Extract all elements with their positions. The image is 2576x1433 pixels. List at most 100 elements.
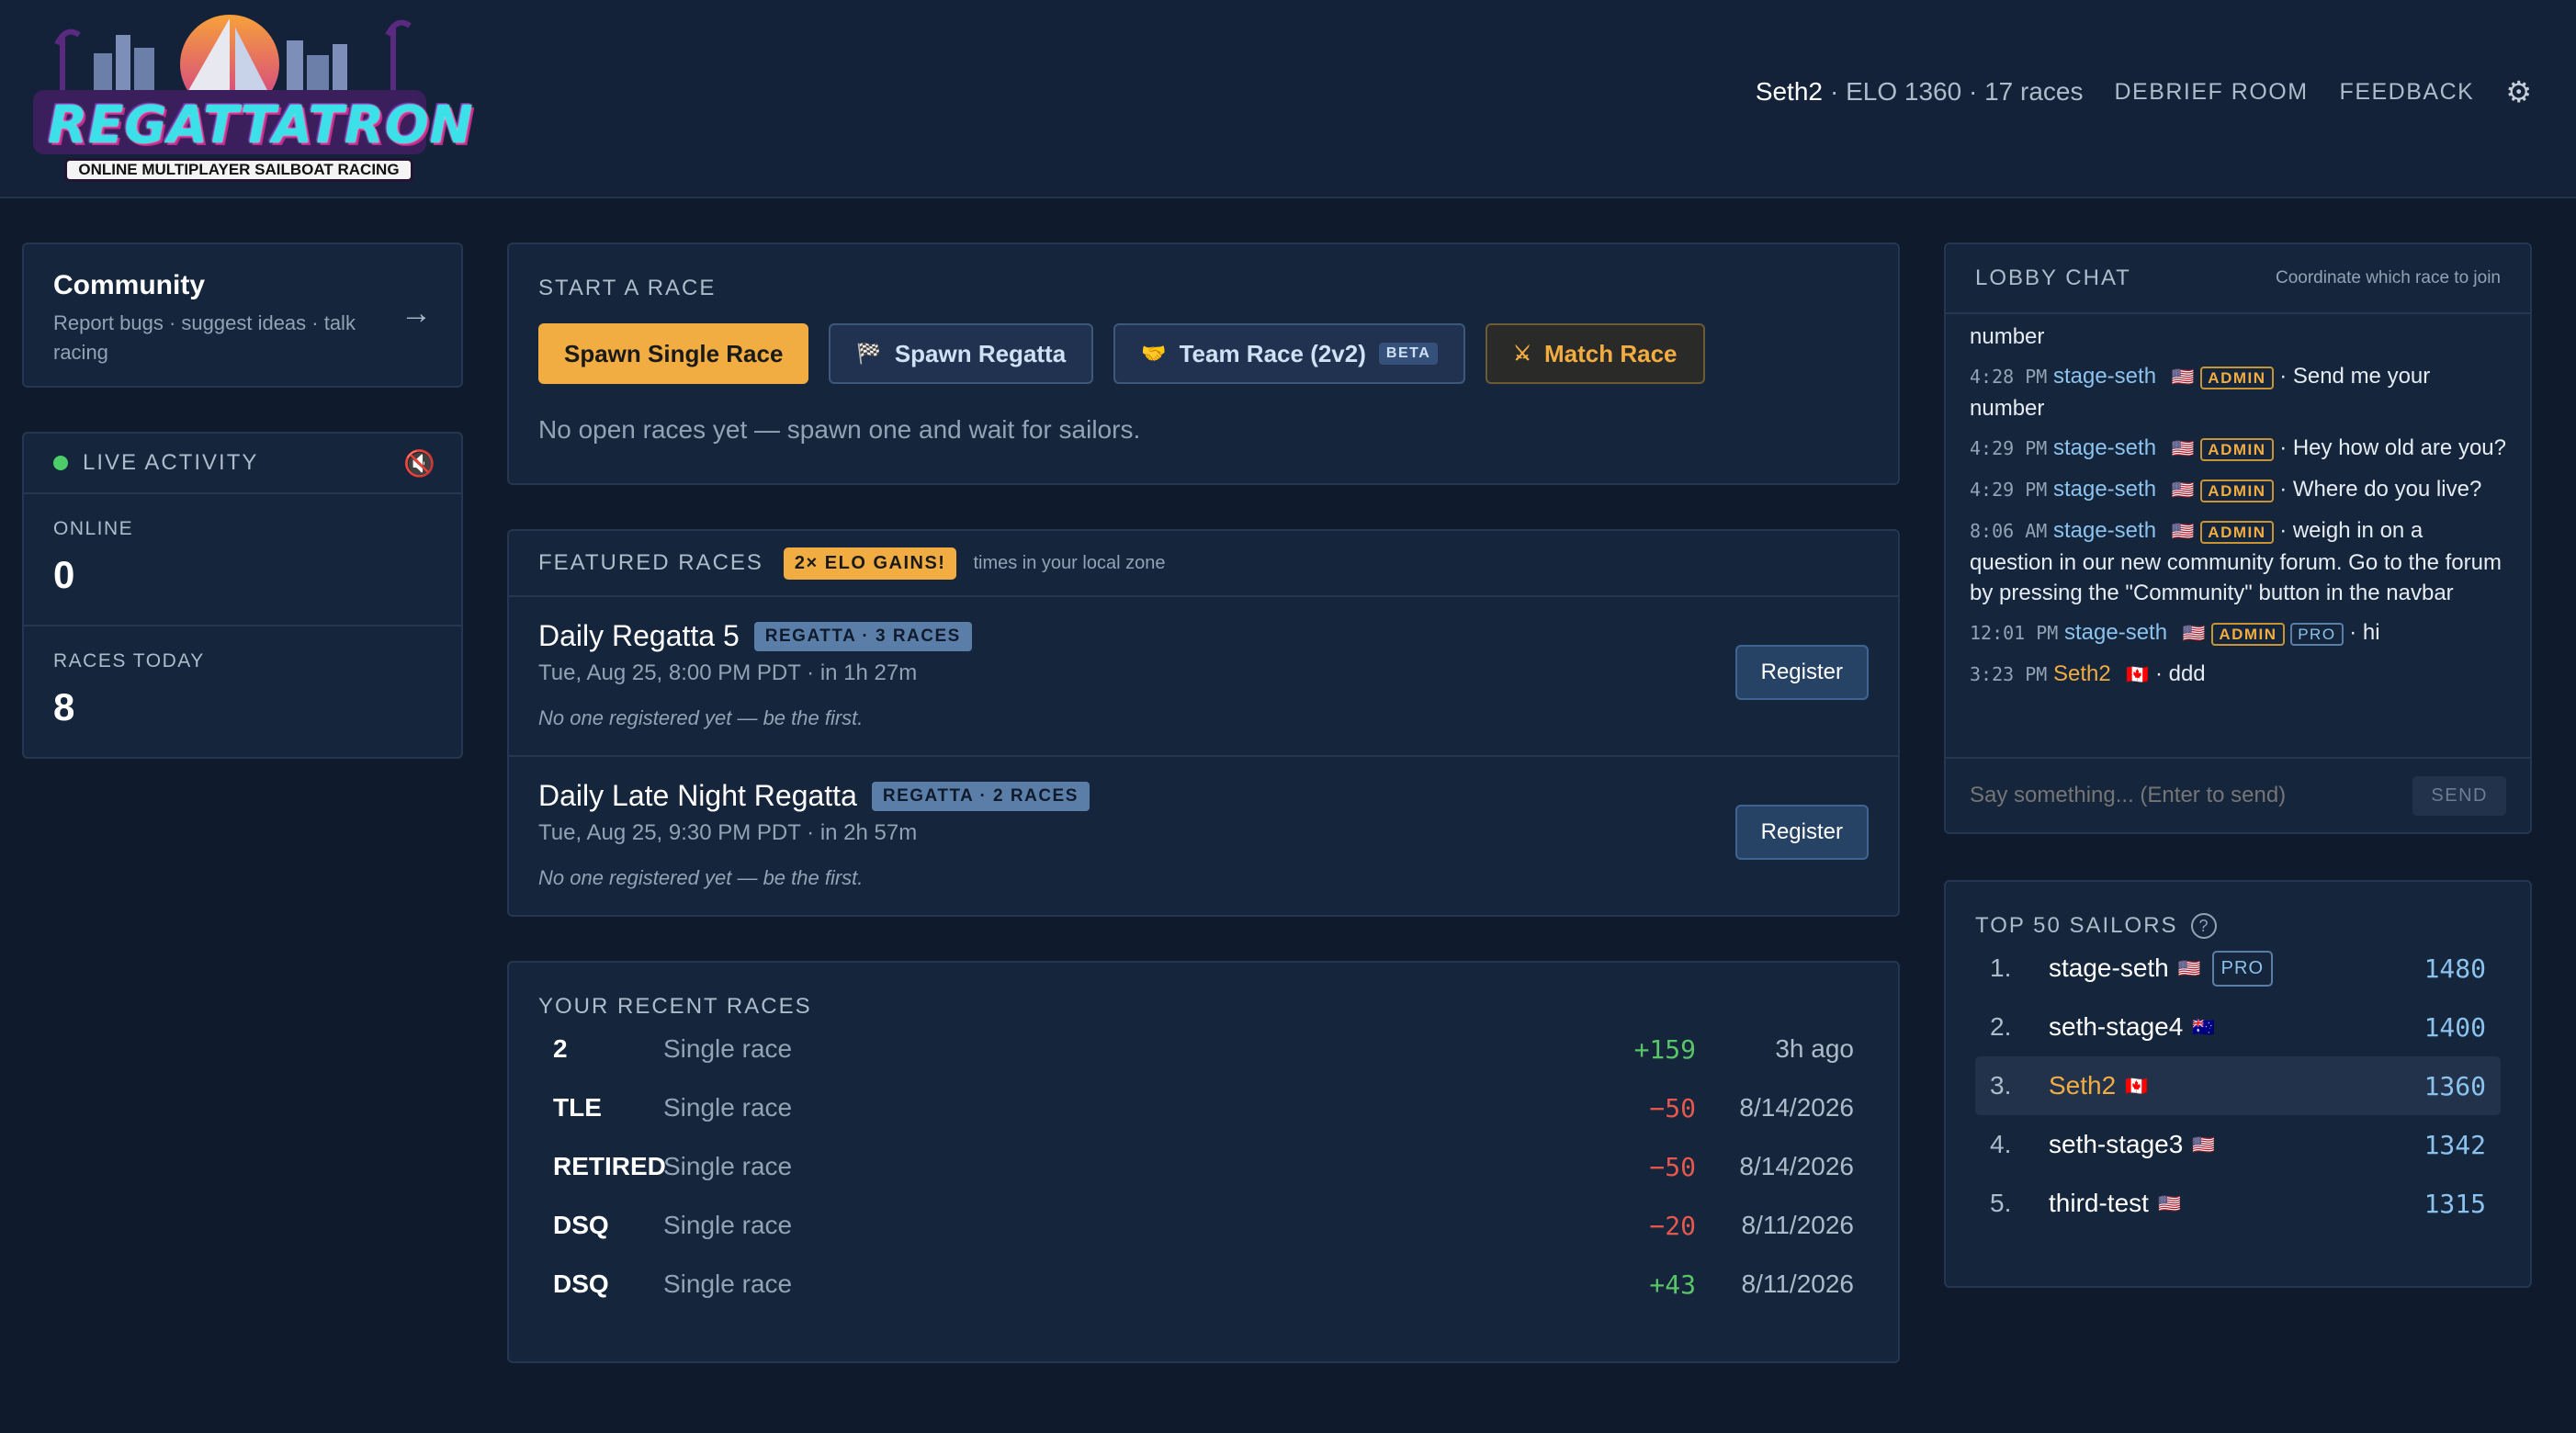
logo-subtitle: ONLINE MULTIPLAYER SAILBOAT RACING (64, 158, 413, 182)
message-user[interactable]: Seth2 (2053, 661, 2111, 686)
chat-message: 8:06 AM stage-seth 🇺🇸 ADMIN · weigh in o… (1970, 515, 2506, 608)
leaderboard-row[interactable]: 2. seth-stage4 🇦🇺 1400 (1975, 998, 2501, 1056)
start-race-panel: START A RACE Spawn Single Race 🏁 Spawn R… (507, 243, 1900, 485)
live-status-dot (53, 456, 68, 470)
message-user[interactable]: stage-seth (2053, 435, 2156, 460)
beta-badge: BETA (1378, 343, 1439, 365)
spawn-regatta-label: Spawn Regatta (894, 339, 1067, 367)
debrief-room-link[interactable]: DEBRIEF ROOM (2114, 79, 2308, 106)
featured-races-panel: FEATURED RACES 2× ELO GAINS! times in yo… (507, 529, 1900, 917)
gear-icon[interactable]: ⚙ (2505, 74, 2532, 109)
team-race-button[interactable]: 🤝 Team Race (2v2) BETA (1113, 323, 1466, 384)
community-card[interactable]: Community Report bugs · suggest ideas · … (22, 243, 463, 388)
featured-race-item: Daily Late Night Regatta REGATTA · 2 RAC… (509, 757, 1898, 917)
sailor-elo: 1315 (2423, 1188, 2486, 1219)
sailor-name: Seth2 (2049, 1071, 2117, 1100)
message-user[interactable]: stage-seth (2053, 364, 2156, 389)
feedback-link[interactable]: FEEDBACK (2340, 79, 2475, 106)
top-sailors-panel: TOP 50 SAILORS ? 1. stage-seth 🇺🇸 PRO 14… (1944, 880, 2532, 1288)
race-time: Tue, Aug 25, 8:00 PM PDT · in 1h 27m (538, 660, 918, 685)
checkered-flag-icon: 🏁 (856, 342, 882, 365)
featured-races-title: FEATURED RACES (538, 550, 763, 575)
leaderboard-row[interactable]: 1. stage-seth 🇺🇸 PRO 1480 (1975, 939, 2501, 998)
canada-flag-icon: 🇨🇦 (2125, 1076, 2149, 1097)
recent-race-row[interactable]: RETIRED Single race −50 8/14/2026 (538, 1137, 1869, 1196)
race-name: Daily Regatta 5 (538, 619, 740, 652)
admin-badge: ADMIN (2200, 480, 2274, 502)
top-navbar: REGATTATRON ONLINE MULTIPLAYER SAILBOAT … (0, 0, 2576, 198)
online-label: ONLINE (53, 518, 134, 539)
leaderboard-row[interactable]: 4. seth-stage3 🇺🇸 1342 (1975, 1115, 2501, 1174)
help-icon[interactable]: ? (2190, 913, 2217, 939)
lobby-chat-title: LOBBY CHAT (1975, 265, 2131, 290)
pro-badge: PRO (2290, 623, 2344, 646)
race-kind: Single race (663, 1269, 793, 1298)
sound-muted-icon[interactable]: 🔇 (403, 448, 435, 479)
message-text: · ddd (2154, 661, 2206, 686)
canada-flag-icon: 🇨🇦 (2126, 665, 2150, 685)
register-button[interactable]: Register (1734, 805, 1869, 860)
spawn-single-race-button[interactable]: Spawn Single Race (538, 323, 809, 384)
race-kind: Single race (663, 1034, 793, 1063)
races-today-label: RACES TODAY (53, 650, 205, 671)
us-flag-icon: 🇺🇸 (2171, 367, 2195, 388)
sailor-rank: 5. (1990, 1189, 2012, 1217)
recent-race-row[interactable]: TLE Single race −50 8/14/2026 (538, 1078, 1869, 1137)
sailor-rank: 4. (1990, 1130, 2012, 1158)
us-flag-icon: 🇺🇸 (2171, 439, 2195, 459)
us-flag-icon: 🇺🇸 (2171, 480, 2195, 501)
lobby-chat-header: LOBBY CHAT Coordinate which race to join (1946, 244, 2530, 314)
us-flag-icon: 🇺🇸 (2171, 522, 2195, 542)
races-today-value: 8 (53, 685, 75, 728)
sailor-rank: 3. (1990, 1071, 2012, 1100)
chat-input[interactable] (1970, 783, 2413, 808)
admin-badge: ADMIN (2200, 367, 2274, 389)
race-result: RETIRED (553, 1152, 666, 1180)
send-button[interactable]: SEND (2412, 775, 2506, 816)
recent-race-row[interactable]: DSQ Single race −20 8/11/2026 (538, 1196, 1869, 1255)
live-activity-title: LIVE ACTIVITY (83, 450, 259, 475)
race-name: Daily Late Night Regatta (538, 779, 857, 812)
recent-race-row[interactable]: DSQ Single race +43 8/11/2026 (538, 1255, 1869, 1314)
race-result: DSQ (553, 1211, 609, 1239)
elo-delta: −50 (1649, 1092, 1696, 1123)
race-result: TLE (553, 1093, 602, 1122)
recent-races-panel: YOUR RECENT RACES 2 Single race +159 3h … (507, 961, 1900, 1363)
logo-wordmark: REGATTATRON (48, 96, 474, 155)
message-text: · Hey how old are you? (2279, 435, 2506, 460)
community-subtitle: Report bugs · suggest ideas · talk racin… (53, 311, 356, 364)
message-text: · Where do you live? (2279, 477, 2482, 502)
regattatron-logo[interactable]: REGATTATRON ONLINE MULTIPLAYER SAILBOAT … (20, 7, 474, 182)
us-flag-icon: 🇺🇸 (2157, 1193, 2181, 1214)
message-time: 8:06 AM (1970, 520, 2048, 542)
message-time: 4:29 PM (1970, 437, 2048, 459)
chat-messages[interactable]: number 4:28 PM stage-seth 🇺🇸 ADMIN · Sen… (1946, 322, 2530, 691)
leaderboard-row-current-user[interactable]: 3. Seth2 🇨🇦 1360 (1975, 1056, 2501, 1115)
message-user[interactable]: stage-seth (2053, 477, 2156, 502)
featured-race-item: Daily Regatta 5 REGATTA · 3 RACES Tue, A… (509, 597, 1898, 757)
top-sailors-header: TOP 50 SAILORS ? (1975, 913, 2501, 939)
spawn-regatta-button[interactable]: 🏁 Spawn Regatta (829, 323, 1094, 384)
timezone-note: times in your local zone (973, 552, 1166, 573)
chat-message-partial: number (1970, 324, 2045, 349)
regatta-badge: REGATTA · 3 RACES (753, 621, 972, 651)
community-title: Community (53, 270, 205, 300)
leaderboard-row[interactable]: 5. third-test 🇺🇸 1315 (1975, 1174, 2501, 1233)
recent-race-row[interactable]: 2 Single race +159 3h ago (538, 1020, 1869, 1078)
online-stat: ONLINE 0 (24, 494, 461, 626)
username[interactable]: Seth2 (1756, 77, 1823, 107)
message-time: 4:29 PM (1970, 479, 2048, 501)
crossed-swords-icon: ⚔ (1513, 342, 1531, 365)
sailor-name: stage-seth (2049, 953, 2169, 982)
match-race-button[interactable]: ⚔ Match Race (1486, 323, 1705, 384)
message-time: 12:01 PM (1970, 622, 2059, 644)
team-race-label: Team Race (2v2) (1179, 339, 1366, 367)
chat-input-row: SEND (1946, 757, 2530, 832)
user-stats: · ELO 1360 · 17 races (1829, 77, 2084, 106)
message-user[interactable]: stage-seth (2053, 518, 2156, 543)
live-activity-header: LIVE ACTIVITY 🔇 (24, 434, 461, 494)
message-user[interactable]: stage-seth (2064, 620, 2167, 645)
register-button[interactable]: Register (1734, 645, 1869, 700)
australia-flag-icon: 🇦🇺 (2192, 1017, 2216, 1038)
us-flag-icon: 🇺🇸 (2177, 958, 2201, 979)
